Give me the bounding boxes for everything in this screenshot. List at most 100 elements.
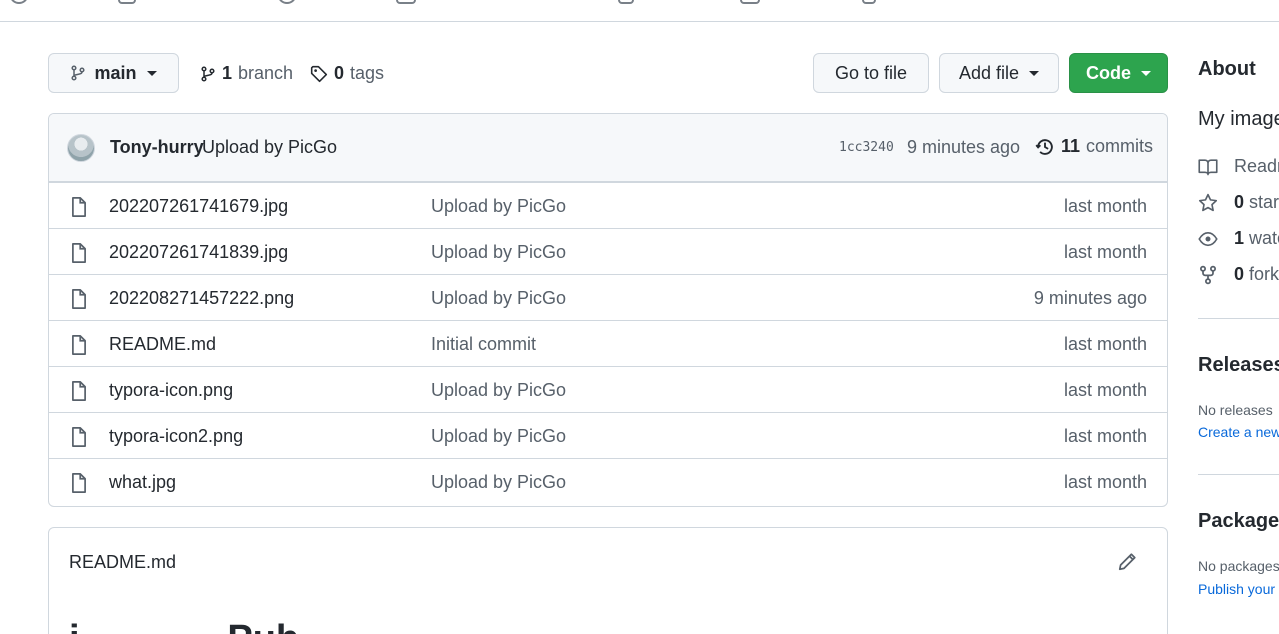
file-commit-time: 9 minutes ago [1033, 288, 1147, 308]
file-commit-message[interactable]: Initial commit [431, 334, 536, 355]
readme-link-label: Readm [1234, 156, 1279, 176]
file-name[interactable]: 202207261741839.jpg [109, 242, 288, 263]
create-release-link[interactable]: Create a new [1198, 424, 1279, 440]
file-row[interactable]: 202207261741679.jpg Upload by PicGo last… [49, 182, 1167, 228]
nav-tab-projects-icon[interactable] [396, 0, 416, 4]
file-name[interactable]: typora-icon.png [109, 380, 233, 401]
file-icon [69, 426, 89, 448]
file-icon [69, 196, 89, 218]
file-icon [69, 242, 89, 264]
file-name[interactable]: typora-icon2.png [109, 426, 243, 447]
file-name[interactable]: README.md [109, 334, 216, 355]
repo-description: My image [1198, 108, 1279, 130]
file-icon [69, 334, 89, 356]
commit-message[interactable]: Upload by PicGo [202, 137, 337, 158]
pencil-icon[interactable] [1117, 552, 1137, 572]
nav-tab-settings-icon[interactable] [862, 0, 876, 4]
branch-name: main [94, 62, 137, 83]
file-commit-time: last month [1063, 426, 1147, 446]
nav-tab-code-icon[interactable] [10, 0, 28, 4]
publish-package-link[interactable]: Publish your [1198, 581, 1275, 597]
file-icon [69, 288, 89, 310]
branch-icon [200, 65, 216, 83]
commit-hash[interactable]: 1cc3240 [839, 140, 894, 155]
file-commit-message[interactable]: Upload by PicGo [431, 242, 566, 263]
stars-link[interactable]: 0 stars [1198, 192, 1279, 213]
file-commit-time: last month [1063, 380, 1147, 400]
forks-label: forks [1249, 264, 1279, 284]
releases-empty-text: No releases [1198, 402, 1273, 418]
file-name[interactable]: what.jpg [109, 472, 176, 493]
file-row[interactable]: what.jpg Upload by PicGo last month [49, 458, 1167, 504]
file-commit-message[interactable]: Upload by PicGo [431, 196, 566, 217]
releases-title[interactable]: Releases [1198, 354, 1279, 377]
tag-count: 0 [334, 63, 345, 83]
branch-selector-button[interactable]: main [48, 53, 179, 93]
file-row[interactable]: 202208271457222.png Upload by PicGo 9 mi… [49, 274, 1167, 320]
readme-link[interactable]: Readm [1198, 156, 1279, 177]
file-commit-time: last month [1063, 472, 1147, 492]
latest-commit-bar: Tony-hurry Upload by PicGo 1cc3240 9 min… [49, 114, 1167, 182]
commit-time: 9 minutes ago [907, 137, 1021, 157]
file-row[interactable]: README.md Initial commit last month [49, 320, 1167, 366]
divider [1198, 474, 1279, 475]
nav-tab-actions-icon[interactable] [278, 0, 296, 4]
packages-title[interactable]: Packages [1198, 510, 1279, 533]
chevron-down-icon [146, 70, 157, 76]
about-title: About [1198, 58, 1256, 80]
forks-count: 0 [1234, 264, 1245, 284]
watch-label: watc [1249, 228, 1279, 248]
file-row[interactable]: 202207261741839.jpg Upload by PicGo last… [49, 228, 1167, 274]
stars-count: 0 [1234, 192, 1245, 212]
nav-tab-insights-icon[interactable] [740, 0, 760, 4]
file-row[interactable]: typora-icon2.png Upload by PicGo last mo… [49, 412, 1167, 458]
file-row[interactable]: typora-icon.png Upload by PicGo last mon… [49, 366, 1167, 412]
go-to-file-button[interactable]: Go to file [813, 53, 929, 93]
branch-icon [70, 65, 86, 81]
watchers-link[interactable]: 1 watc [1198, 228, 1279, 249]
avatar[interactable] [67, 134, 95, 162]
tags-link[interactable]: 0 tags [310, 63, 384, 84]
chevron-down-icon [1141, 70, 1151, 76]
commits-link[interactable]: 11 commits [1035, 136, 1153, 157]
nav-tab-pull-requests-icon[interactable] [118, 0, 136, 4]
nav-tab-security-icon[interactable] [618, 0, 634, 4]
add-file-label: Add file [958, 62, 1020, 83]
commit-count-label: commits [1086, 136, 1154, 156]
branch-count-label: branch [238, 63, 294, 83]
star-icon [1198, 193, 1218, 213]
about-sidebar: About My image Readm 0 stars 1 watc 0 fo… [1198, 0, 1279, 634]
branch-count: 1 [222, 63, 233, 83]
chevron-down-icon [1029, 70, 1040, 76]
file-icon [69, 472, 89, 494]
readme-title[interactable]: README.md [69, 552, 176, 573]
file-commit-message[interactable]: Upload by PicGo [431, 380, 566, 401]
file-commit-message[interactable]: Upload by PicGo [431, 288, 566, 309]
file-commit-time: last month [1063, 196, 1147, 216]
file-commit-time: last month [1063, 242, 1147, 262]
stars-label: stars [1249, 192, 1279, 212]
forks-link[interactable]: 0 forks [1198, 264, 1279, 285]
history-icon [1035, 137, 1055, 157]
file-list: Tony-hurry Upload by PicGo 1cc3240 9 min… [48, 113, 1168, 507]
file-name[interactable]: 202208271457222.png [109, 288, 294, 309]
file-commit-message[interactable]: Upload by PicGo [431, 426, 566, 447]
add-file-button[interactable]: Add file [939, 53, 1059, 93]
tag-icon [310, 65, 328, 83]
branches-link[interactable]: 1 branch [200, 63, 293, 84]
file-name[interactable]: 202207261741679.jpg [109, 196, 288, 217]
repo-tabs-nav [0, 0, 1279, 22]
readme-panel: README.md i Pub [48, 527, 1168, 634]
divider [1198, 318, 1279, 319]
file-commit-time: last month [1063, 334, 1147, 354]
commit-count: 11 [1061, 136, 1081, 156]
code-button[interactable]: Code [1069, 53, 1168, 93]
readme-heading: i Pub [69, 618, 299, 634]
go-to-file-label: Go to file [834, 62, 908, 83]
code-label: Code [1086, 62, 1131, 83]
eye-icon [1198, 230, 1218, 248]
commit-author[interactable]: Tony-hurry [110, 137, 204, 158]
packages-empty-text: No packages [1198, 558, 1279, 574]
file-commit-message[interactable]: Upload by PicGo [431, 472, 566, 493]
watch-count: 1 [1234, 228, 1245, 248]
